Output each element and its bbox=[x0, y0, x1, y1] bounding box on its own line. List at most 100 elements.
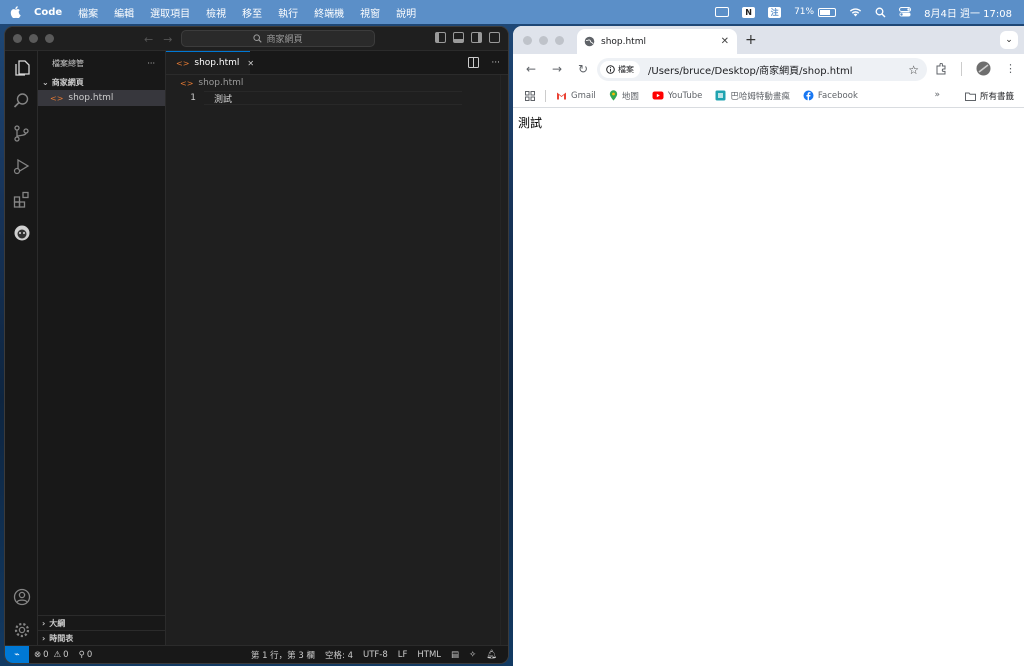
browser-tab-shop-html[interactable]: shop.html ✕ bbox=[577, 29, 737, 54]
keyboard-icon[interactable] bbox=[715, 7, 730, 17]
menu-file[interactable]: 檔案 bbox=[70, 5, 106, 20]
zoom-window-button[interactable] bbox=[45, 34, 54, 43]
apps-grid-icon[interactable] bbox=[525, 90, 535, 101]
toggle-panel-icon[interactable] bbox=[453, 32, 464, 43]
chevron-down-icon: ⌄ bbox=[1005, 35, 1013, 45]
chrome-window: shop.html ✕ + ⌄ ← → ↻ 檔案 /Users/bruce/De… bbox=[513, 26, 1024, 666]
search-view-icon[interactable] bbox=[11, 90, 32, 111]
minimize-window-button[interactable] bbox=[29, 34, 38, 43]
copilot-icon[interactable]: ✧ bbox=[464, 650, 481, 660]
ports-status[interactable]: ⚲ 0 bbox=[74, 650, 98, 660]
eol-status[interactable]: LF bbox=[393, 650, 413, 660]
close-window-button[interactable] bbox=[13, 34, 22, 43]
bookmark-bahamut[interactable]: 巴哈姆特動畫瘋 bbox=[715, 90, 790, 102]
menubar-clock[interactable]: 8月4日 週一 17:08 bbox=[924, 5, 1012, 20]
notifications-bell-icon[interactable]: 🔔︎ bbox=[481, 650, 502, 660]
file-item-shop-html[interactable]: <> shop.html bbox=[38, 90, 165, 106]
window-controls bbox=[523, 36, 564, 45]
more-actions-icon[interactable]: ··· bbox=[147, 59, 155, 68]
more-bookmarks-button[interactable]: » bbox=[934, 90, 940, 100]
info-icon bbox=[606, 65, 615, 74]
editor-scrollbar[interactable] bbox=[500, 75, 508, 645]
split-editor-icon[interactable] bbox=[468, 57, 480, 68]
accounts-icon[interactable] bbox=[11, 586, 32, 607]
new-tab-button[interactable]: + bbox=[745, 32, 757, 48]
address-bar[interactable]: 檔案 /Users/bruce/Desktop/商家網頁/shop.html ☆ bbox=[597, 58, 927, 81]
menu-help[interactable]: 說明 bbox=[388, 5, 424, 20]
bahamut-icon bbox=[715, 90, 726, 101]
source-control-icon[interactable] bbox=[11, 123, 32, 144]
menu-run[interactable]: 執行 bbox=[270, 5, 306, 20]
menu-terminal[interactable]: 終端機 bbox=[306, 5, 352, 20]
remote-explorer-icon[interactable] bbox=[11, 222, 32, 243]
chrome-menu-icon[interactable]: ⋮ bbox=[1005, 62, 1016, 75]
toolbar-right: ⋮ bbox=[935, 61, 1016, 76]
tab-shop-html[interactable]: <> shop.html ✕ bbox=[166, 51, 254, 74]
back-arrow-icon[interactable]: ← bbox=[521, 62, 541, 76]
url-text[interactable]: /Users/bruce/Desktop/商家網頁/shop.html bbox=[648, 62, 853, 77]
notion-icon[interactable]: N bbox=[742, 6, 756, 18]
gmail-icon bbox=[557, 92, 566, 100]
input-method-indicator[interactable]: 注 bbox=[768, 6, 782, 18]
toggle-secondary-sidebar-icon[interactable] bbox=[471, 32, 482, 43]
bookmark-label: 地圖 bbox=[621, 91, 639, 102]
bookmark-youtube[interactable]: YouTube bbox=[652, 91, 702, 101]
bookmark-maps[interactable]: 地圖 bbox=[609, 90, 639, 102]
close-tab-icon[interactable]: ✕ bbox=[721, 36, 729, 47]
profile-avatar-icon[interactable] bbox=[976, 61, 991, 76]
extensions-icon[interactable] bbox=[11, 189, 32, 210]
all-bookmarks-button[interactable]: 所有書籤 bbox=[964, 90, 1014, 102]
close-tab-icon[interactable]: ✕ bbox=[247, 59, 254, 68]
encoding-status[interactable]: UTF-8 bbox=[358, 650, 393, 660]
run-and-debug-icon[interactable] bbox=[11, 156, 32, 177]
battery-status[interactable]: 71% bbox=[794, 7, 837, 17]
extensions-puzzle-icon[interactable] bbox=[935, 62, 947, 75]
back-arrow-icon[interactable]: ← bbox=[144, 33, 153, 46]
zoom-window-button[interactable] bbox=[555, 36, 564, 45]
bookmark-label: Gmail bbox=[571, 90, 596, 101]
remote-indicator[interactable]: ⌁ bbox=[5, 645, 29, 663]
manage-gear-icon[interactable] bbox=[11, 619, 32, 640]
forward-arrow-icon[interactable]: → bbox=[163, 33, 172, 46]
command-center-search[interactable]: 商家網頁 bbox=[181, 30, 375, 47]
apple-icon bbox=[10, 6, 21, 18]
minimize-window-button[interactable] bbox=[539, 36, 548, 45]
apple-menu[interactable] bbox=[0, 6, 30, 18]
breadcrumb-file: shop.html bbox=[198, 78, 244, 88]
menu-go[interactable]: 移至 bbox=[234, 5, 270, 20]
bookmark-star-icon[interactable]: ☆ bbox=[908, 63, 919, 77]
language-mode[interactable]: HTML bbox=[412, 650, 446, 660]
current-line-highlight bbox=[204, 91, 462, 105]
menu-view[interactable]: 檢視 bbox=[198, 5, 234, 20]
editor-more-icon[interactable]: ··· bbox=[491, 58, 500, 68]
status-tray: N 注 71% 8月4日 週一 17:08 bbox=[715, 5, 1024, 20]
customize-layout-icon[interactable] bbox=[489, 32, 500, 43]
menu-edit[interactable]: 編輯 bbox=[106, 5, 142, 20]
breadcrumb[interactable]: <> shop.html bbox=[166, 75, 508, 91]
chrome-toolbar: ← → ↻ 檔案 /Users/bruce/Desktop/商家網頁/shop.… bbox=[513, 54, 1024, 84]
code-line[interactable]: 1 測試 bbox=[166, 91, 508, 105]
menu-window[interactable]: 視窗 bbox=[352, 5, 388, 20]
toggle-primary-sidebar-icon[interactable] bbox=[435, 32, 446, 43]
menu-app-code[interactable]: Code bbox=[30, 7, 70, 18]
control-center-icon[interactable] bbox=[899, 7, 912, 17]
folder-item[interactable]: ⌄ 商家網頁 bbox=[38, 75, 165, 90]
indentation-status[interactable]: 空格: 4 bbox=[320, 649, 358, 661]
menu-selection[interactable]: 選取項目 bbox=[142, 5, 198, 20]
problems-status[interactable]: ⊗ 0 ⚠ 0 bbox=[29, 650, 74, 660]
bookmark-facebook[interactable]: Facebook bbox=[803, 90, 858, 101]
explorer-icon[interactable] bbox=[11, 57, 32, 78]
close-window-button[interactable] bbox=[523, 36, 532, 45]
wifi-icon[interactable] bbox=[849, 7, 862, 17]
outline-section[interactable]: › 大綱 bbox=[38, 615, 165, 630]
cursor-position[interactable]: 第 1 行，第 3 欄 bbox=[246, 649, 320, 661]
reload-icon[interactable]: ↻ bbox=[573, 62, 593, 76]
chevron-right-icon: › bbox=[42, 618, 46, 628]
site-info-chip[interactable]: 檔案 bbox=[600, 61, 640, 78]
forward-arrow-icon[interactable]: → bbox=[547, 62, 567, 76]
tab-search-button[interactable]: ⌄ bbox=[1000, 31, 1018, 49]
spotlight-search-icon[interactable] bbox=[875, 7, 886, 18]
file-settings-icon[interactable]: ▤ bbox=[446, 650, 464, 660]
timeline-section[interactable]: › 時間表 bbox=[38, 630, 165, 645]
bookmark-gmail[interactable]: Gmail bbox=[556, 91, 596, 101]
